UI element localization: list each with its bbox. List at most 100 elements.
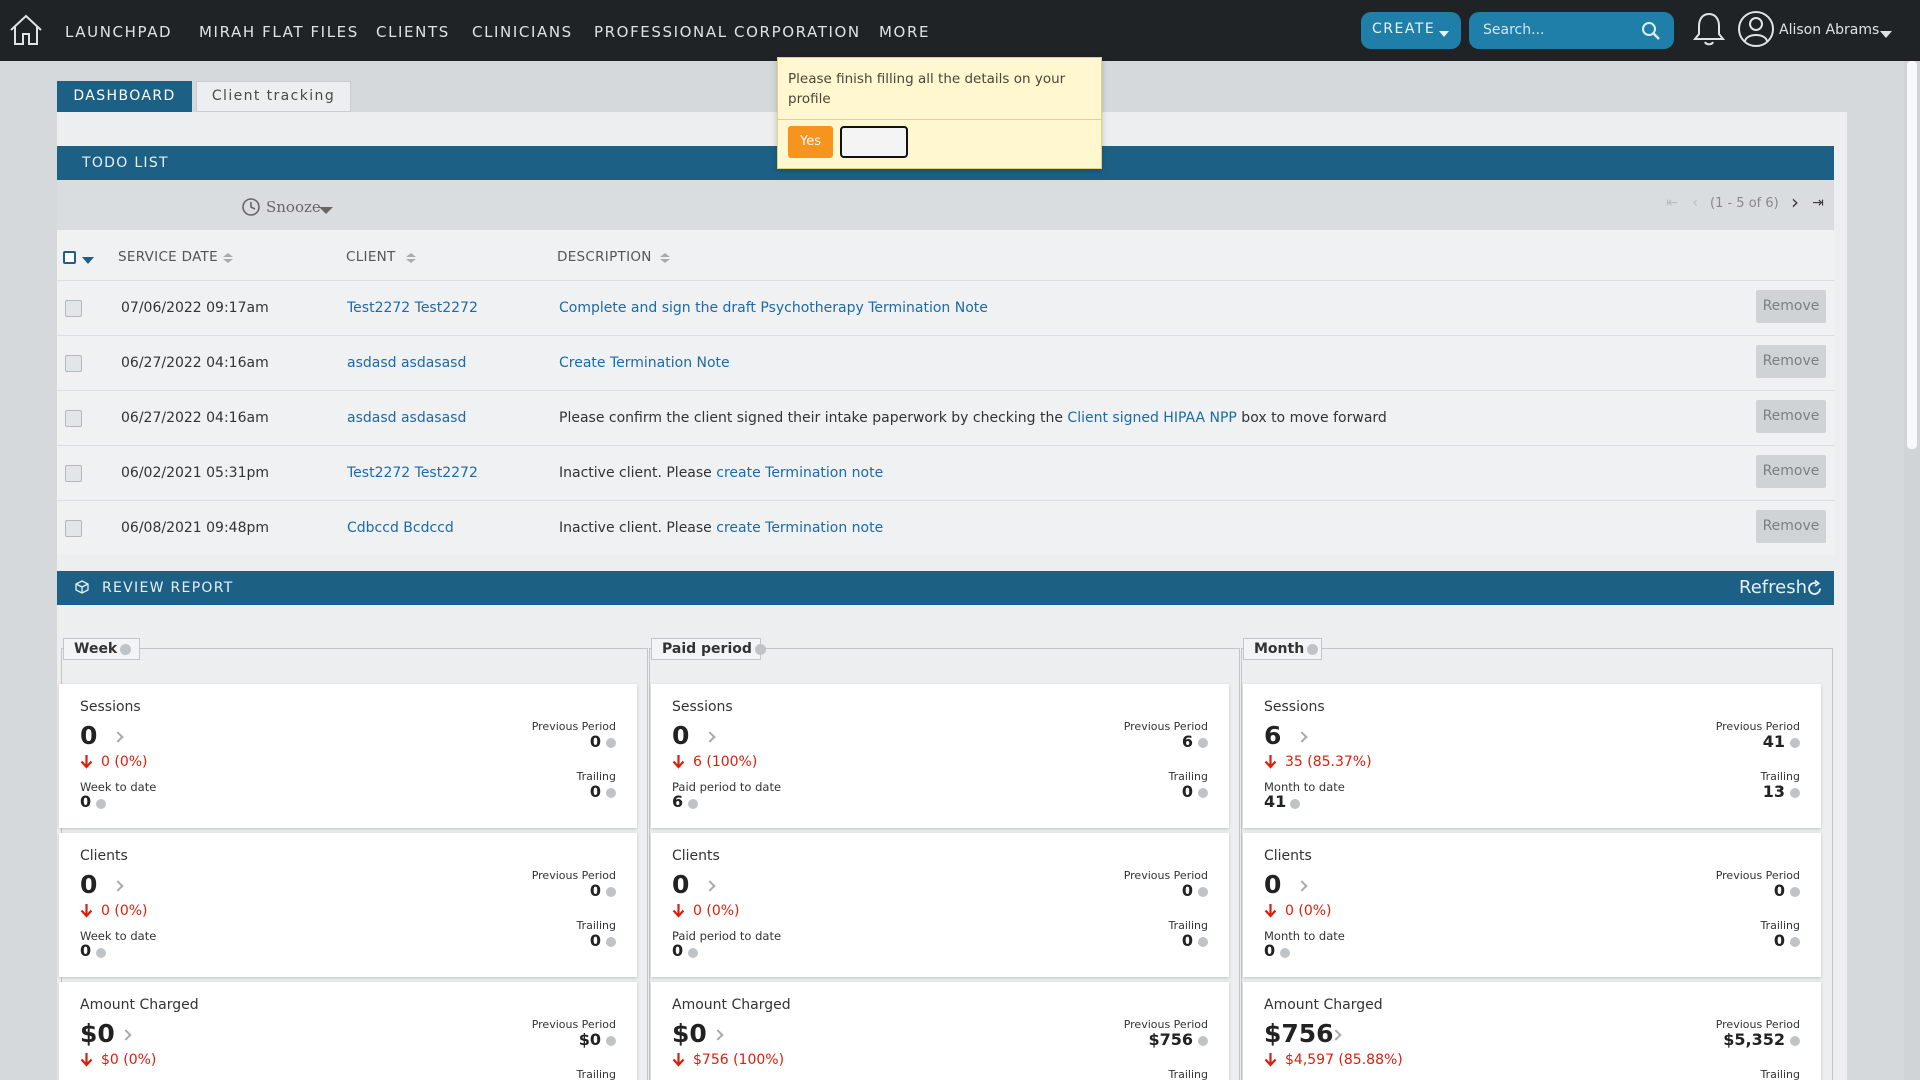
help-icon[interactable] (1790, 1036, 1800, 1046)
chevron-right-icon[interactable] (712, 1029, 724, 1041)
help-icon[interactable] (606, 937, 616, 947)
help-icon[interactable] (1290, 799, 1300, 809)
description-link[interactable]: Client signed HIPAA NPP (1067, 410, 1236, 426)
clock-icon[interactable] (241, 197, 261, 217)
chevron-right-icon[interactable] (120, 1029, 132, 1041)
user-name[interactable]: Alison Abrams (1779, 22, 1879, 38)
help-icon[interactable] (96, 799, 106, 809)
row-client-link[interactable]: Test2272 Test2272 (347, 300, 478, 316)
column-header-description[interactable]: DESCRIPTION (557, 249, 652, 265)
remove-button[interactable]: Remove (1756, 400, 1826, 433)
metric-value[interactable]: 6 (1264, 721, 1281, 750)
row-checkbox[interactable] (65, 355, 82, 372)
help-icon[interactable] (606, 738, 616, 748)
row-client-link[interactable]: Cdbccd Bcdccd (347, 520, 454, 536)
popover-yes-button[interactable]: Yes (788, 126, 833, 158)
create-button[interactable]: CREATE (1361, 12, 1461, 49)
help-icon[interactable] (606, 887, 616, 897)
nav-clients[interactable]: CLIENTS (376, 23, 450, 41)
chevron-right-icon[interactable] (112, 880, 124, 892)
search-icon[interactable] (1640, 20, 1662, 42)
row-client-link[interactable]: asdasd asdasasd (347, 355, 466, 371)
sort-icon[interactable] (659, 253, 671, 263)
metric-value[interactable]: $756 (1264, 1019, 1334, 1048)
help-icon[interactable] (1790, 887, 1800, 897)
help-icon[interactable] (754, 643, 766, 655)
select-all-checkbox[interactable] (63, 251, 76, 264)
help-icon[interactable] (606, 788, 616, 798)
metric-value[interactable]: 0 (672, 721, 689, 750)
description-link[interactable]: create Termination note (716, 520, 883, 536)
help-icon[interactable] (606, 1036, 616, 1046)
user-avatar-icon[interactable] (1737, 10, 1775, 48)
scrollbar-thumb[interactable] (1907, 61, 1917, 449)
chevron-down-icon[interactable] (82, 257, 94, 264)
refresh-icon[interactable] (1806, 580, 1823, 597)
tab-dashboard[interactable]: DASHBOARD (57, 81, 192, 112)
help-icon[interactable] (1790, 738, 1800, 748)
metric-value[interactable]: 0 (1264, 870, 1281, 899)
help-icon[interactable] (688, 799, 698, 809)
help-icon[interactable] (1198, 788, 1208, 798)
remove-button[interactable]: Remove (1756, 290, 1826, 323)
column-header-service-date[interactable]: SERVICE DATE (118, 249, 218, 265)
metric-value[interactable]: $0 (80, 1019, 115, 1048)
chevron-right-icon[interactable] (704, 880, 716, 892)
metric-value[interactable]: 0 (80, 721, 97, 750)
description-link[interactable]: Complete and sign the draft Psychotherap… (559, 300, 988, 316)
help-icon[interactable] (1790, 788, 1800, 798)
row-checkbox[interactable] (65, 465, 82, 482)
row-client-link[interactable]: asdasd asdasasd (347, 410, 466, 426)
chevron-right-icon[interactable] (1296, 880, 1308, 892)
help-icon[interactable] (1790, 937, 1800, 947)
tab-client-tracking[interactable]: Client tracking (196, 81, 351, 112)
chevron-right-icon[interactable] (112, 731, 124, 743)
first-page-icon[interactable]: ⇤ (1663, 195, 1681, 213)
row-checkbox[interactable] (65, 410, 82, 427)
metric-title: Sessions (80, 699, 141, 715)
refresh-button[interactable]: Refresh (1739, 577, 1807, 598)
remove-button[interactable]: Remove (1756, 510, 1826, 543)
row-checkbox[interactable] (65, 520, 82, 537)
help-icon[interactable] (96, 948, 106, 958)
metric-value[interactable]: 0 (672, 870, 689, 899)
nav-launchpad[interactable]: LAUNCHPAD (65, 23, 172, 41)
help-icon[interactable] (1198, 1036, 1208, 1046)
remove-button[interactable]: Remove (1756, 345, 1826, 378)
next-page-icon[interactable]: › (1786, 190, 1804, 214)
metric-value[interactable]: $0 (672, 1019, 707, 1048)
metric-to-date-label: Week to date (80, 780, 157, 794)
help-icon[interactable] (1307, 643, 1319, 655)
column-header-client[interactable]: CLIENT (346, 249, 396, 265)
help-icon[interactable] (1198, 738, 1208, 748)
help-icon[interactable] (688, 948, 698, 958)
bell-icon[interactable] (1692, 10, 1726, 48)
chevron-down-icon[interactable] (319, 207, 333, 214)
chevron-down-icon[interactable] (1880, 31, 1892, 38)
prev-page-icon[interactable]: ‹ (1686, 195, 1704, 213)
popover-no-button[interactable] (840, 126, 908, 158)
sort-icon[interactable] (222, 253, 234, 263)
row-checkbox[interactable] (65, 300, 82, 317)
nav-mirah-flat-files[interactable]: MIRAH FLAT FILES (199, 23, 359, 41)
sort-icon[interactable] (405, 253, 417, 263)
home-icon[interactable] (7, 11, 45, 49)
last-page-icon[interactable]: ⇥ (1809, 195, 1827, 213)
description-link[interactable]: create Termination note (716, 465, 883, 481)
metric-value[interactable]: 0 (80, 870, 97, 899)
snooze-button[interactable]: Snooze (266, 198, 321, 216)
help-icon[interactable] (1198, 937, 1208, 947)
help-icon[interactable] (120, 643, 132, 655)
chevron-right-icon[interactable] (704, 731, 716, 743)
nav-more[interactable]: MORE (879, 23, 930, 41)
row-client-link[interactable]: Test2272 Test2272 (347, 465, 478, 481)
remove-button[interactable]: Remove (1756, 455, 1826, 488)
chevron-right-icon[interactable] (1296, 731, 1308, 743)
arrow-down-icon (80, 1053, 93, 1067)
help-icon[interactable] (1198, 887, 1208, 897)
search-input[interactable] (1483, 20, 1633, 40)
nav-professional-corporation[interactable]: PROFESSIONAL CORPORATION (594, 23, 861, 41)
help-icon[interactable] (1280, 948, 1290, 958)
nav-clinicians[interactable]: CLINICIANS (472, 23, 573, 41)
description-link[interactable]: Create Termination Note (559, 355, 730, 371)
